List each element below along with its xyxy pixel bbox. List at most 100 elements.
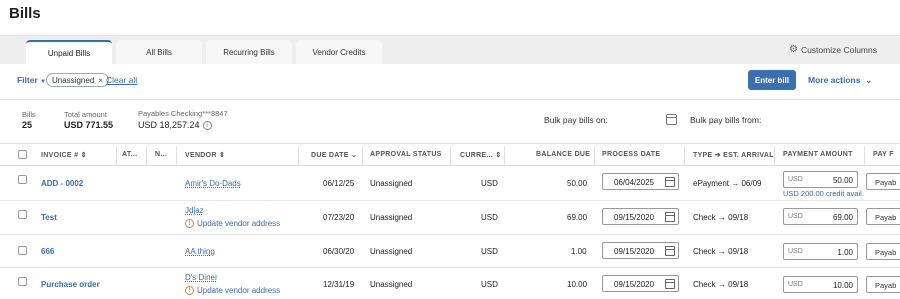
account-label: Payables Checking***8847 [138, 109, 228, 118]
column-header-vendor[interactable]: VENDOR ⇕ [185, 151, 225, 159]
customize-columns-button[interactable]: ⚙ Customize Columns [789, 44, 877, 55]
currency: USD [481, 179, 498, 188]
tab-all-bills[interactable]: All Bills [116, 40, 202, 64]
more-actions-button[interactable]: More actions ⌄ [808, 75, 872, 86]
table-row: 666 AA thing 06/30/20 Unassigned USD 1.0… [0, 235, 900, 268]
column-separator [176, 146, 177, 164]
pay-from-select[interactable]: Payab [866, 276, 900, 293]
filter-chip-label: Unassigned [52, 75, 95, 85]
column-header-payment-amount[interactable]: PAYMENT AMOUNT [783, 151, 853, 158]
select-all-checkbox[interactable] [18, 150, 27, 159]
process-date-input[interactable]: 09/15/2020 [602, 275, 679, 292]
currency: USD [481, 213, 498, 222]
process-date-input[interactable]: 09/15/2020 [602, 242, 679, 259]
payment-currency: USD [788, 248, 803, 255]
clear-all-link[interactable]: Clear all [106, 75, 137, 85]
payment-amount-value: 69.00 [832, 213, 853, 222]
type-arrival: Check → 09/18 [693, 247, 749, 256]
due-date: 12/31/19 [323, 280, 355, 289]
enter-bill-button[interactable]: Enter bill [748, 70, 796, 90]
page-title: Bills [9, 5, 41, 22]
payment-currency: USD [788, 281, 803, 288]
column-separator [146, 146, 147, 164]
calendar-icon[interactable] [666, 114, 677, 125]
column-header-type[interactable]: TYPE ➔ EST. ARRIVAL [693, 151, 774, 159]
row-checkbox[interactable] [18, 277, 27, 286]
process-date-input[interactable]: 09/15/2020 [602, 208, 679, 225]
type-arrival: Check → 09/18 [693, 213, 749, 222]
total-amount-label: Total amount [64, 110, 107, 119]
vendor-link[interactable]: Jdjaz [185, 206, 204, 215]
due-date: 06/30/20 [323, 247, 355, 256]
pay-from-select[interactable]: Payab [866, 208, 900, 225]
balance-due: 50.00 [567, 179, 588, 188]
approval-status: Unassigned [370, 247, 413, 256]
column-header-invoice[interactable]: INVOICE # ⇕ [41, 151, 87, 159]
due-date: 07/23/20 [323, 213, 355, 222]
currency: USD [481, 247, 498, 256]
column-separator [362, 146, 363, 164]
tab-unpaid-bills[interactable]: Unpaid Bills [26, 40, 112, 64]
bills-count: 25 [22, 120, 33, 130]
column-header-balance[interactable]: BALANCE DUE [536, 151, 590, 158]
row-checkbox[interactable] [18, 246, 27, 255]
row-checkbox[interactable] [18, 210, 27, 219]
column-header-currency[interactable]: CURRE... ⇕ [460, 151, 502, 159]
column-separator [504, 146, 505, 164]
column-separator [864, 146, 865, 164]
update-vendor-address-link[interactable]: ! Update vendor address [185, 219, 280, 228]
payment-amount-value: 50.00 [832, 176, 853, 185]
update-vendor-address-link[interactable]: ! Update vendor address [185, 286, 280, 295]
due-date: 06/12/25 [323, 179, 355, 188]
tab-vendor-credits[interactable]: Vendor Credits [296, 40, 382, 64]
process-date-value: 09/15/2020 [614, 280, 655, 289]
payment-amount-input[interactable]: USD 50.00 [783, 171, 858, 188]
payment-amount-input[interactable]: USD 1.00 [783, 243, 858, 260]
invoice-link[interactable]: 666 [41, 247, 54, 256]
invoice-link[interactable]: Test [41, 213, 57, 222]
top-bar: Bills [0, 0, 900, 36]
row-checkbox[interactable] [18, 175, 27, 184]
currency: USD [481, 280, 498, 289]
info-icon[interactable]: i [202, 121, 212, 131]
column-header-approval[interactable]: APPROVAL STATUS [370, 151, 442, 158]
column-header-due-date[interactable]: DUE DATE ⌄ [311, 151, 357, 159]
tab-recurring-bills[interactable]: Recurring Bills [206, 40, 292, 64]
column-header-pay-from[interactable]: PAY F [873, 151, 894, 158]
tab-strip: Unpaid Bills All Bills Recurring Bills V… [0, 36, 900, 64]
close-icon[interactable]: × [98, 76, 103, 85]
process-date-input[interactable]: 06/04/2025 [602, 173, 679, 190]
pay-from-select[interactable]: Payab [866, 243, 900, 260]
vendor-link[interactable]: D's Diner [185, 273, 218, 282]
balance-due: 69.00 [567, 213, 588, 222]
vendor-link[interactable]: AA thing [185, 247, 215, 256]
column-separator [774, 146, 775, 164]
account-balance: USD 18,257.24 i [138, 120, 212, 131]
column-header-process-date[interactable]: PROCESS DATE [602, 151, 660, 158]
approval-status: Unassigned [370, 213, 413, 222]
filter-label: Filter [17, 75, 38, 85]
payment-amount-input[interactable]: USD 10.00 [783, 276, 858, 293]
payment-amount-input[interactable]: USD 69.00 [783, 208, 858, 225]
column-separator [684, 146, 685, 164]
payment-amount-value: 1.00 [837, 248, 853, 257]
invoice-link[interactable]: ADD - 0002 [41, 179, 83, 188]
filter-dropdown[interactable]: Filter ▼ [17, 75, 46, 85]
column-header-attachment[interactable]: AT... [122, 151, 137, 158]
warning-icon: ! [185, 286, 194, 295]
update-vendor-address-label: Update vendor address [197, 286, 281, 295]
pay-from-select[interactable]: Payab [866, 173, 900, 190]
column-header-notes[interactable]: N... [155, 151, 167, 158]
payment-amount-value: 10.00 [832, 281, 853, 290]
credit-available-link[interactable]: USD 200.00 credit avail. [783, 189, 864, 198]
table-row: Test Jdjaz ! Update vendor address 07/23… [0, 201, 900, 235]
vendor-link[interactable]: Amir's Do-Dads [185, 179, 241, 188]
bills-count-label: Bills [22, 110, 36, 119]
table-row: ADD - 0002 Amir's Do-Dads 06/12/25 Unass… [0, 166, 900, 201]
calendar-icon[interactable] [665, 279, 675, 289]
calendar-icon[interactable] [665, 177, 675, 187]
calendar-icon[interactable] [665, 246, 675, 256]
calendar-icon[interactable] [665, 212, 675, 222]
invoice-link[interactable]: Purchase order [41, 280, 100, 289]
update-vendor-address-label: Update vendor address [197, 219, 281, 228]
